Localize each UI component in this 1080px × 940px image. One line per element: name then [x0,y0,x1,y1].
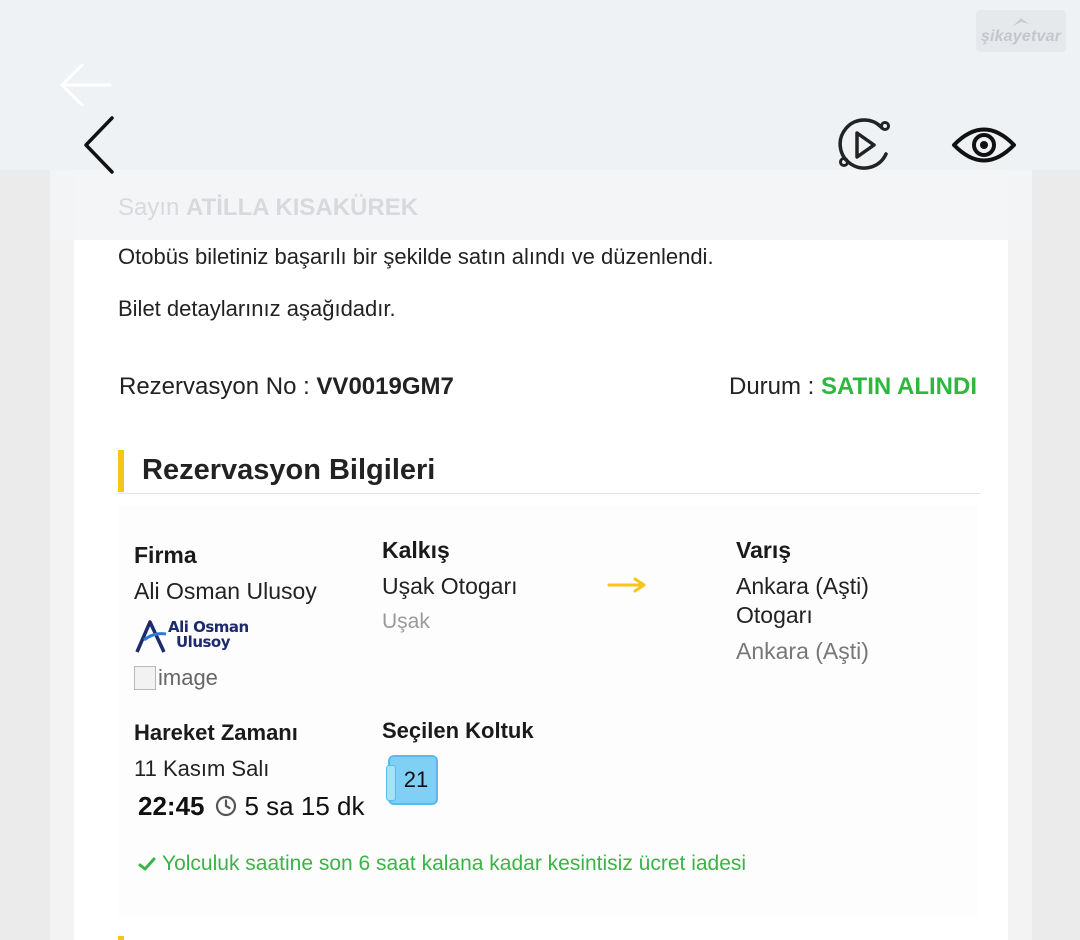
card-right-edge [1008,170,1032,940]
next-section-accent-bar [118,936,124,940]
company-logo-line2: Ulusoy [176,633,231,651]
ticket-card: Sayın ATİLLA KISAKÜREK Otobüs biletiniz … [50,170,1032,940]
clock-icon [215,795,236,817]
trip-duration: 5 sa 15 dk [244,790,365,821]
ticket-details-intro: Bilet detaylarınız aşağıdadır. [118,296,396,321]
play-video-button[interactable] [832,114,896,176]
varis-station-line1: Ankara (Aşti) [736,573,869,599]
customer-name: ATİLLA KISAKÜREK [186,194,419,221]
company-logo: Ali Osman Ulusoy [134,618,254,656]
refund-note: Yolculuk saatine son 6 saat kalana kadar… [138,852,746,876]
hareket-label: Hareket Zamanı [134,720,298,745]
section-title: Rezervasyon Bilgileri [142,454,436,486]
watermark-text: şikayetvar [980,28,1062,45]
departure-time: 22:45 [138,790,205,821]
back-button[interactable] [76,112,124,178]
route-arrow-icon [607,577,646,593]
firma-value: Ali Osman Ulusoy [134,578,317,604]
section-accent-bar [118,450,124,492]
koltuk-label: Seçilen Koltuk [382,718,534,743]
watermark-bird-icon [1013,18,1029,26]
selected-seat[interactable]: 21 [386,755,438,805]
status-value: SATIN ALINDI [821,373,977,400]
page: şikayetvar Sayın ATİLLA KISAKÜREK Otobüs… [0,0,1080,940]
section-header: Rezervasyon Bilgileri [118,450,980,494]
varis-label: Varış [736,537,791,563]
company-logo-text: Ali Osman Ulusoy [168,620,249,650]
hareket-date: 11 Kasım Salı [134,756,270,781]
status-label: Durum : [728,373,821,400]
check-icon [138,857,156,871]
greeting-text: Sayın ATİLLA KISAKÜREK [118,194,418,222]
varis-city: Ankara (Aşti) [736,638,869,664]
reservation-number: Rezervasyon No : VV0019GM7 [119,373,454,401]
departure-time-row: 22:45 5 sa 15 dk [138,790,364,822]
reservation-status: Durum : SATIN ALINDI [729,373,977,401]
purchase-success-message: Otobüs biletiniz başarılı bir şekilde sa… [118,244,714,269]
eye-visibility-button[interactable] [950,118,1018,172]
kalkis-label: Kalkış [382,537,450,563]
top-bar: şikayetvar [0,0,1080,170]
kalkis-station: Uşak Otogarı [382,573,518,599]
watermark-logo: şikayetvar [976,10,1066,52]
varis-station-line2: Otogarı [736,602,813,628]
card-left-edge [50,170,74,940]
faded-back-arrow-icon [60,63,112,107]
reservation-no-label: Rezervasyon No : [119,373,317,400]
greeting-strip: Sayın ATİLLA KISAKÜREK [50,170,1032,240]
reservation-no-value: VV0019GM7 [316,373,454,400]
broken-image-icon [134,666,156,690]
refund-text: Yolculuk saatine son 6 saat kalana kadar… [162,852,747,875]
kalkis-city: Uşak [382,610,430,633]
broken-image: image [134,664,218,692]
broken-image-alt: image [158,665,218,690]
seat-number: 21 [403,767,429,792]
greeting-prefix: Sayın [118,194,180,221]
firma-label: Firma [134,542,197,568]
company-logo-mark-icon [135,620,167,653]
